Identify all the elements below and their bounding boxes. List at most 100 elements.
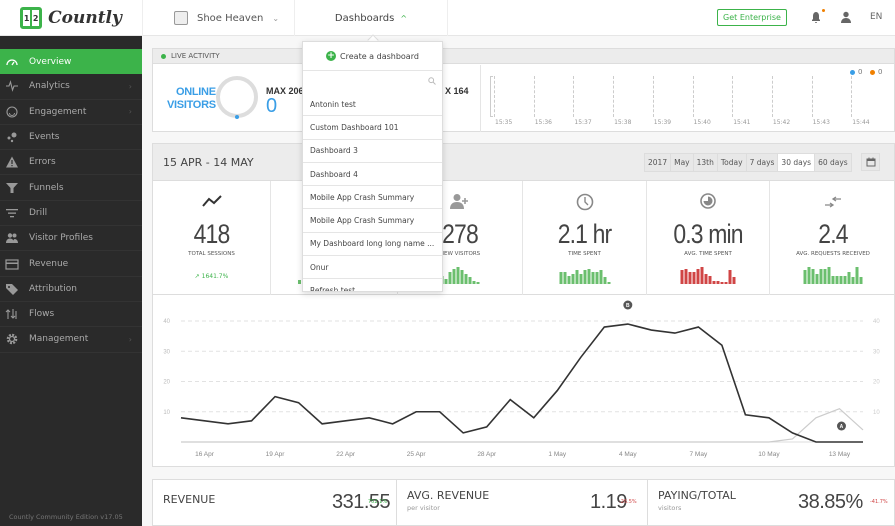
sparkline-bar	[708, 275, 712, 284]
sparkline-bar	[460, 270, 464, 284]
live-gridline	[494, 76, 495, 117]
logo-icon: 12	[20, 7, 43, 29]
period-may[interactable]: May	[671, 154, 694, 171]
y-tick-label-right: 30	[873, 349, 880, 355]
metric-change: 752.1%	[368, 499, 388, 505]
sidebar-item-engagement[interactable]: Engagement ›	[0, 100, 142, 125]
metric-value: 2.4	[818, 219, 848, 249]
x-tick-label: 13 May	[829, 451, 851, 458]
dashboard-item[interactable]: Antonin test	[303, 93, 442, 117]
sidebar-item-label: Overview	[29, 56, 72, 67]
sidebar-item-visitor-profiles[interactable]: Visitor Profiles	[0, 226, 142, 252]
sidebar-item-label: Flows	[29, 309, 55, 320]
sessions-line-chart: 10 10 20 20 30 30 40 40 16 Apr 19 Apr 22 Apr 25 Apr…	[163, 300, 880, 458]
sidebar-item-management[interactable]: Management ›	[0, 327, 142, 353]
metric-card[interactable]: 2.4 AVG. REQUESTS RECEIVED	[770, 181, 895, 295]
dashboard-item[interactable]: Mobile App Crash Summary	[303, 186, 442, 210]
sparkline-bar	[583, 270, 586, 284]
live-gridline	[811, 76, 813, 117]
sidebar-item-funnels[interactable]: Funnels	[0, 175, 142, 201]
sidebar-item-flows[interactable]: Flows	[0, 302, 142, 328]
period-2017[interactable]: 2017	[645, 154, 672, 171]
bell-icon[interactable]	[811, 11, 821, 23]
sparkline-bar	[700, 267, 704, 284]
sparkline-bar	[716, 280, 720, 284]
y-tick-label-left: 40	[163, 319, 170, 325]
online-visitors-gauge	[216, 76, 258, 118]
metric-card[interactable]: 418 TOTAL SESSIONS ↗ 1641.7%	[153, 181, 271, 295]
date-range[interactable]: 15 APR - 14 MAY	[163, 156, 254, 169]
chevron-up-icon: ^	[400, 13, 408, 23]
users-icon	[5, 231, 19, 245]
pie-icon	[700, 193, 716, 213]
period-13th[interactable]: 13th	[694, 154, 718, 171]
create-dashboard-button[interactable]: + Create a dashboard	[303, 42, 442, 71]
period-30-days[interactable]: 30 days	[778, 154, 816, 171]
sparkline-bar	[807, 267, 811, 284]
series-line-current	[180, 323, 863, 443]
funnel-icon	[5, 181, 19, 195]
sidebar-item-drill[interactable]: Drill	[0, 201, 142, 227]
dashboards-selector[interactable]: Dashboards ^	[295, 0, 448, 36]
dashboard-item[interactable]: My Dashboard long long name ...	[303, 233, 442, 257]
sidebar-item-events[interactable]: Events	[0, 125, 142, 151]
divider	[480, 65, 481, 132]
get-enterprise-button[interactable]: Get Enterprise	[717, 9, 787, 26]
period-60-days[interactable]: 60 days	[815, 154, 851, 171]
sessions-chart-panel: 10 10 20 20 30 30 40 40 16 Apr 19 Apr 22 Apr 25 Apr…	[152, 295, 895, 467]
logo[interactable]: 12 Countly	[0, 0, 142, 36]
sidebar-item-analytics[interactable]: Analytics ›	[0, 74, 142, 100]
user-icon[interactable]	[841, 11, 851, 23]
sidebar-item-label: Events	[29, 132, 60, 143]
chevron-down-icon: ⌄	[272, 13, 280, 23]
sidebar-item-revenue[interactable]: Revenue	[0, 251, 142, 277]
sparkline-bar	[571, 273, 574, 284]
legend-dot-blue	[850, 69, 855, 75]
live-time-label: 15:35	[495, 119, 513, 126]
period-today[interactable]: Today	[718, 154, 747, 171]
x-tick-label: 4 May	[619, 451, 637, 458]
sidebar-item-label: Management	[29, 334, 89, 345]
metric-sparkline	[559, 266, 610, 284]
dashboard-item[interactable]: Onur	[303, 256, 442, 280]
metric-title: AVG. REVENUE	[407, 489, 490, 502]
metric-label: TIME SPENT	[568, 251, 601, 257]
live-time-label: 15:37	[574, 119, 592, 126]
metric-card[interactable]: 0.3 min AVG. TIME SPENT	[647, 181, 770, 295]
filter-icon	[5, 206, 19, 220]
metric-sparkline	[680, 266, 736, 284]
sparkline-bar	[579, 273, 582, 284]
warning-icon	[5, 155, 19, 169]
live-time-label: 15:44	[852, 119, 870, 126]
metric-change: -41.7%	[870, 499, 888, 505]
dashboard-item[interactable]: Dashboard 3	[303, 140, 442, 163]
dashboard-item[interactable]: Custom Dashboard 101	[303, 116, 442, 140]
x-tick-label: 25 Apr	[407, 451, 427, 458]
sparkline-bar	[728, 270, 732, 284]
app-selector[interactable]: Shoe Heaven ⌄	[142, 0, 295, 36]
x-tick-label: 10 May	[758, 451, 780, 458]
dashboard-item[interactable]: Mobile App Crash Summary	[303, 209, 442, 233]
sidebar-item-attribution[interactable]: Attribution	[0, 277, 142, 302]
sidebar-item-errors[interactable]: Errors	[0, 150, 142, 176]
legend-item: 0	[870, 68, 882, 76]
calendar-icon[interactable]	[861, 153, 880, 171]
live-chart-bracket	[490, 76, 493, 117]
period-7-days[interactable]: 7 days	[747, 154, 779, 171]
dashboard-item[interactable]: Refresh test	[303, 279, 442, 291]
language-selector[interactable]: EN	[870, 12, 882, 22]
sparkline-bar	[815, 273, 819, 284]
sidebar-item-overview[interactable]: Overview	[0, 49, 142, 75]
live-time-label: 15:41	[733, 119, 751, 126]
sparkline-bar	[472, 280, 476, 284]
sparkline-bar	[859, 277, 863, 284]
x-tick-label: 22 Apr	[336, 451, 356, 458]
dashboard-search-input[interactable]	[303, 73, 442, 94]
sparkline-bar	[720, 282, 724, 284]
flows-icon	[5, 307, 19, 321]
sparkline-bar	[567, 275, 570, 284]
sidebar-item-label: Revenue	[29, 258, 69, 269]
metric-card[interactable]: 2.1 hr TIME SPENT	[523, 181, 647, 295]
metric-value: 38.85%	[798, 491, 863, 513]
dashboard-item[interactable]: Dashboard 4	[303, 163, 442, 187]
